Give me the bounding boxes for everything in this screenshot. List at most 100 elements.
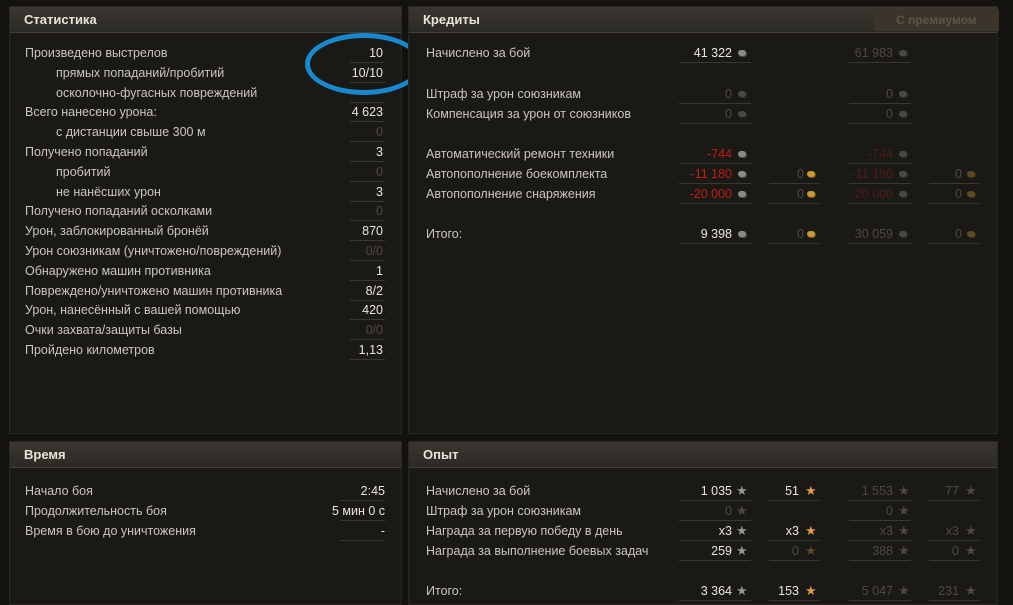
credits-icon bbox=[738, 111, 746, 117]
premium-credit-value: 61 983 bbox=[854, 46, 893, 60]
time-value: 2:45 bbox=[360, 484, 385, 498]
premium-credit-value: -744 bbox=[867, 147, 893, 161]
gold-icon bbox=[967, 191, 975, 197]
row-underline bbox=[929, 243, 979, 244]
exp-label: Награда за первую победу в день bbox=[426, 524, 623, 538]
row-underline bbox=[679, 243, 751, 244]
premium-exp-value: x3 bbox=[879, 524, 893, 538]
row-underline bbox=[350, 359, 385, 360]
exp-value: 3 364 bbox=[700, 584, 732, 598]
gold-icon bbox=[967, 231, 975, 237]
stat-label: Повреждено/уничтожено машин противника bbox=[25, 283, 283, 298]
row-underline bbox=[929, 560, 979, 561]
credit-label: Автоматический ремонт техники bbox=[426, 147, 615, 161]
credit-value: -744 bbox=[706, 147, 732, 161]
star-icon: ★ bbox=[736, 543, 748, 558]
credit-label: Компенсация за урон от союзников bbox=[426, 107, 631, 121]
credits-panel: Кредиты С премиумом Начислено за бой 41 3… bbox=[408, 6, 999, 434]
stat-row: Урон, нанесённый с вашей помощью 420 bbox=[10, 300, 403, 321]
credit-value: 9 398 bbox=[700, 227, 732, 241]
free-exp-value: 0 bbox=[792, 544, 799, 558]
exp-label: Штраф за урон союзникам bbox=[426, 504, 582, 518]
exp-label: Итого: bbox=[426, 584, 463, 598]
credits-icon bbox=[899, 171, 907, 177]
row-underline bbox=[929, 203, 979, 204]
stat-value: 870 bbox=[362, 224, 383, 239]
star-icon: ★ bbox=[898, 543, 910, 558]
stat-row: пробитий 0 bbox=[10, 162, 403, 182]
stat-value: 0 bbox=[376, 204, 383, 219]
free-exp-value: 153 bbox=[778, 584, 799, 598]
stat-value: 0 bbox=[376, 164, 383, 179]
stat-label: пробитий bbox=[56, 164, 111, 179]
credit-label: Автопополнение снаряжения bbox=[426, 187, 596, 201]
stat-label: Обнаружено машин противника bbox=[25, 263, 211, 278]
time-row: Продолжительность боя 5 мин 0 с bbox=[10, 501, 403, 521]
stat-row: Урон союзникам (уничтожено/повреждений) 0… bbox=[10, 241, 403, 261]
credit-row: Автопополнение снаряжения -20 000 0 -20 000… bbox=[409, 184, 999, 204]
gold-value: 0 bbox=[797, 187, 804, 201]
stat-row: Пройдено километров 1,13 bbox=[10, 340, 403, 360]
premium-credit-value: 0 bbox=[886, 87, 893, 101]
credit-label: Штраф за урон союзникам bbox=[426, 87, 582, 101]
exp-value: 1 035 bbox=[700, 484, 732, 498]
stat-label: прямых попаданий/пробитий bbox=[56, 65, 225, 80]
stat-label: Всего нанесено урона: bbox=[25, 105, 157, 120]
stat-row: Обнаружено машин противника 1 bbox=[10, 261, 403, 281]
credit-value: -11 180 bbox=[690, 167, 732, 181]
stat-label: осколочно-фугасных повреждений bbox=[56, 85, 258, 100]
stat-label: Урон союзникам (уничтожено/повреждений) bbox=[25, 244, 282, 258]
credit-row: Компенсация за урон от союзников 0 0 bbox=[409, 104, 999, 124]
stat-label: Урон, нанесённый с вашей помощью bbox=[25, 303, 241, 318]
free-exp-star-icon: ★ bbox=[965, 523, 977, 538]
stat-value: 0/0 bbox=[365, 323, 383, 338]
exp-label: Награда за выполнение боевых задач bbox=[426, 544, 649, 558]
stat-value: 1,13 bbox=[358, 343, 383, 357]
exp-label: Начислено за бой bbox=[426, 484, 531, 498]
credits-icon bbox=[738, 50, 746, 56]
premium-credit-value: -11 180 bbox=[851, 167, 893, 181]
credits-icon bbox=[899, 231, 907, 237]
stat-value: 4 623 bbox=[351, 105, 383, 120]
exp-value: 259 bbox=[711, 544, 732, 558]
premium-exp-value: 1 553 bbox=[861, 484, 893, 498]
stat-value: 1 bbox=[376, 263, 383, 278]
credit-value: 0 bbox=[725, 87, 732, 101]
credits-icon bbox=[738, 151, 746, 157]
row-underline bbox=[849, 560, 911, 561]
time-label: Начало боя bbox=[25, 484, 93, 498]
credits-icon bbox=[738, 91, 746, 97]
row-underline bbox=[849, 123, 911, 124]
premium-credit-value: 0 bbox=[886, 107, 893, 121]
star-icon: ★ bbox=[736, 583, 748, 598]
exp-row: Штраф за урон союзникам 0 ★ 0 ★ bbox=[409, 501, 999, 521]
premium-free-exp-value: 231 bbox=[938, 584, 959, 598]
star-icon: ★ bbox=[898, 503, 910, 518]
premium-exp-value: 0 bbox=[886, 504, 893, 518]
row-underline bbox=[929, 600, 979, 601]
stat-value: 0 bbox=[376, 125, 383, 140]
stat-label: Пройдено километров bbox=[25, 343, 155, 357]
credits-icon bbox=[899, 191, 907, 197]
time-value: - bbox=[380, 524, 385, 538]
exp-value: 0 bbox=[725, 504, 732, 518]
experience-header: Опыт bbox=[409, 442, 997, 468]
row-underline bbox=[679, 123, 751, 124]
credit-row: Начислено за бой 41 322 61 983 bbox=[409, 43, 999, 63]
credit-value: 41 322 bbox=[693, 46, 732, 60]
row-underline bbox=[679, 203, 751, 204]
stat-value: 3 bbox=[376, 145, 383, 159]
time-row: Начало боя 2:45 bbox=[10, 481, 403, 501]
time-label: Время в бою до уничтожения bbox=[25, 524, 196, 538]
stat-row: Повреждено/уничтожено машин противника 8/… bbox=[10, 281, 403, 301]
gold-icon bbox=[967, 171, 975, 177]
credits-icon bbox=[899, 111, 907, 117]
statistics-header: Статистика bbox=[10, 7, 401, 33]
exp-row: Награда за первую победу в день x3 ★ x3 ★ x3 ★… bbox=[409, 521, 999, 541]
row-underline bbox=[849, 62, 911, 63]
credits-icon bbox=[738, 191, 746, 197]
stat-label: не нанёсших урон bbox=[56, 184, 161, 199]
premium-exp-value: 5 047 bbox=[861, 584, 893, 598]
time-value: 5 мин 0 с bbox=[331, 504, 385, 518]
star-icon: ★ bbox=[898, 483, 910, 498]
